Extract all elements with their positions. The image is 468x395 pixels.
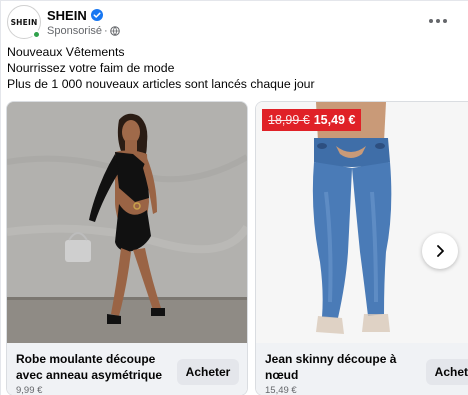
post-line-3: Plus de 1 000 nouveaux articles sont lan… [7, 77, 315, 91]
product-price: 15,49 € [265, 385, 297, 395]
price-badge: 18,99 € 15,49 € [262, 109, 362, 131]
sponsored-label[interactable]: Sponsorisé [47, 25, 102, 37]
post-line-2: Nourrissez votre faim de mode [7, 61, 175, 75]
dress-photo-illustration [7, 102, 247, 343]
sponsored-post-card: SHEIN SHEIN Sponsorisé · Nouveaux Vêteme… [0, 0, 468, 395]
post-line-1: Nouveaux Vêtements [7, 45, 125, 59]
product-title[interactable]: Jean skinny découpe à nœud [265, 351, 415, 383]
new-price: 15,49 € [313, 113, 356, 127]
brand-row: SHEIN [47, 7, 103, 23]
product-image-dress[interactable] [7, 102, 247, 343]
product-price: 9,99 € [16, 385, 43, 395]
post-message: Nouveaux Vêtements Nourrissez votre faim… [7, 44, 462, 92]
buy-button[interactable]: Acheter [426, 359, 468, 385]
carousel-card-dress[interactable]: Robe moulante découpe avec anneau asymét… [6, 101, 248, 395]
chevron-right-icon [437, 245, 444, 257]
more-dot [429, 19, 433, 23]
more-options-icon[interactable] [425, 11, 451, 31]
sponsored-row: Sponsorisé · [47, 24, 120, 37]
jeans-photo-illustration [256, 102, 468, 343]
meta-separator: · [104, 24, 108, 37]
product-image-jeans[interactable]: 18,99 € 15,49 € [256, 102, 468, 343]
product-title[interactable]: Robe moulante découpe avec anneau asymét… [16, 351, 166, 383]
old-price: 18,99 € [268, 113, 310, 127]
globe-icon [109, 25, 120, 36]
product-footer-dress: Robe moulante découpe avec anneau asymét… [7, 343, 247, 395]
product-carousel: Robe moulante découpe avec anneau asymét… [1, 101, 468, 395]
more-dot [436, 19, 440, 23]
post-header: SHEIN SHEIN Sponsorisé · [1, 1, 468, 41]
buy-button[interactable]: Acheter [177, 359, 239, 385]
more-dot [443, 19, 447, 23]
brand-name-link[interactable]: SHEIN [47, 8, 87, 23]
avatar-logo-text: SHEIN [10, 17, 38, 27]
online-status-dot [32, 30, 41, 39]
product-footer-jeans: Jean skinny découpe à nœud 15,49 € Achet… [256, 343, 468, 395]
verified-badge-icon [90, 9, 103, 21]
carousel-next-button[interactable] [422, 233, 458, 269]
